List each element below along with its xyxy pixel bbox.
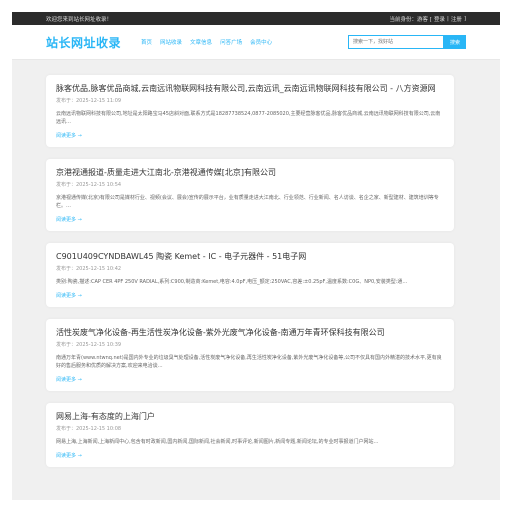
article-title[interactable]: 京港视通报道-质量走进大江南北-京港视通传媒[北京]有限公司	[56, 167, 444, 179]
bracket-close: ]	[463, 15, 466, 22]
article-title[interactable]: 脉客优品,脉客优品商城,云南远讯物联网科技有限公司,云南远讯_云南远讯物联网科技…	[56, 83, 444, 95]
article-desc: 网易上海,上海新闻,上海新闻中心,包含有时政新闻,国内新闻,国际新闻,社会新闻,…	[56, 439, 379, 445]
read-more-link[interactable]: 阅读更多 →	[56, 376, 444, 383]
read-more-link[interactable]: 阅读更多 →	[56, 292, 444, 299]
article-date: 发布于：2025-12-15 10:54	[56, 182, 122, 188]
article-card: 网易上海-有态度的上海门户 发布于：2025-12-15 10:08 网易上海,…	[46, 403, 454, 467]
article-title[interactable]: 活性炭废气净化设备-再生活性炭净化设备-紫外光废气净化设备-南通万年青环保科技有…	[56, 327, 444, 339]
read-more-link[interactable]: 阅读更多 →	[56, 452, 444, 459]
top-bar: 欢迎您来到站长网址收录！ 当前身份：游客 [ 登录 | 注册 ]	[12, 12, 500, 25]
nav-member[interactable]: 会员中心	[250, 38, 272, 46]
read-more-link[interactable]: 阅读更多 →	[56, 216, 444, 223]
identity-text: 当前身份：游客 [	[389, 16, 432, 23]
search-button[interactable]: 搜索	[444, 35, 466, 49]
page-frame: 欢迎您来到站长网址收录！ 当前身份：游客 [ 登录 | 注册 ] 站长网址收录 …	[12, 12, 500, 500]
article-date: 发布于：2025-12-15 11:09	[56, 98, 122, 104]
article-desc: 京港视通传媒(北京)有限公司是媒材行业、视频(会议、展会)宣传的展示平台，业有质…	[56, 195, 439, 209]
article-desc: 类别:陶瓷,描述:CAP CER 4PF 250V RADIAL,系列:C900…	[56, 279, 408, 285]
article-date: 发布于：2025-12-15 10:42	[56, 266, 122, 272]
site-header: 站长网址收录 首页 网站收录 文章信息 问答广场 会员中心 搜索	[12, 25, 500, 60]
article-card: 京港视通报道-质量走进大江南北-京港视通传媒[北京]有限公司 发布于：2025-…	[46, 159, 454, 231]
nav-site-submit[interactable]: 网站收录	[160, 38, 182, 46]
article-date: 发布于：2025-12-15 10:08	[56, 426, 122, 432]
article-title[interactable]: C901U409CYNDBAWL45 陶瓷 Kemet - IC - 电子元器件…	[56, 251, 444, 263]
site-logo[interactable]: 站长网址收录	[46, 34, 121, 51]
article-card: 脉客优品,脉客优品商城,云南远讯物联网科技有限公司,云南远讯_云南远讯物联网科技…	[46, 75, 454, 147]
article-list: 脉客优品,脉客优品商城,云南远讯物联网科技有限公司,云南远讯_云南远讯物联网科技…	[12, 60, 500, 467]
read-more-link[interactable]: 阅读更多 →	[56, 132, 444, 139]
article-card: C901U409CYNDBAWL45 陶瓷 Kemet - IC - 电子元器件…	[46, 243, 454, 307]
article-desc: 南通万年青(www.ntwnq.net)是国内外专业的垃圾臭气处理设备,活性炭废…	[56, 355, 442, 369]
article-title[interactable]: 网易上海-有态度的上海门户	[56, 411, 444, 423]
search-box: 搜索	[348, 35, 466, 49]
search-input[interactable]	[348, 35, 444, 49]
nav-articles[interactable]: 文章信息	[190, 38, 212, 46]
article-card: 活性炭废气净化设备-再生活性炭净化设备-紫外光废气净化设备-南通万年青环保科技有…	[46, 319, 454, 391]
register-link[interactable]: 注册	[451, 15, 462, 23]
nav-qa[interactable]: 问答广场	[220, 38, 242, 46]
login-link[interactable]: 登录	[434, 15, 445, 23]
welcome-text: 欢迎您来到站长网址收录！	[46, 16, 113, 23]
article-desc: 云南远讯物联网科技有限公司,地址是太阳路宝马45店斜对面,联系方式是182877…	[56, 111, 441, 125]
main-nav: 首页 网站收录 文章信息 问答广场 会员中心	[141, 38, 348, 46]
user-status: 当前身份：游客 [ 登录 | 注册 ]	[390, 15, 466, 23]
nav-home[interactable]: 首页	[141, 38, 152, 46]
separator: |	[446, 15, 449, 22]
article-date: 发布于：2025-12-15 10:39	[56, 342, 122, 348]
